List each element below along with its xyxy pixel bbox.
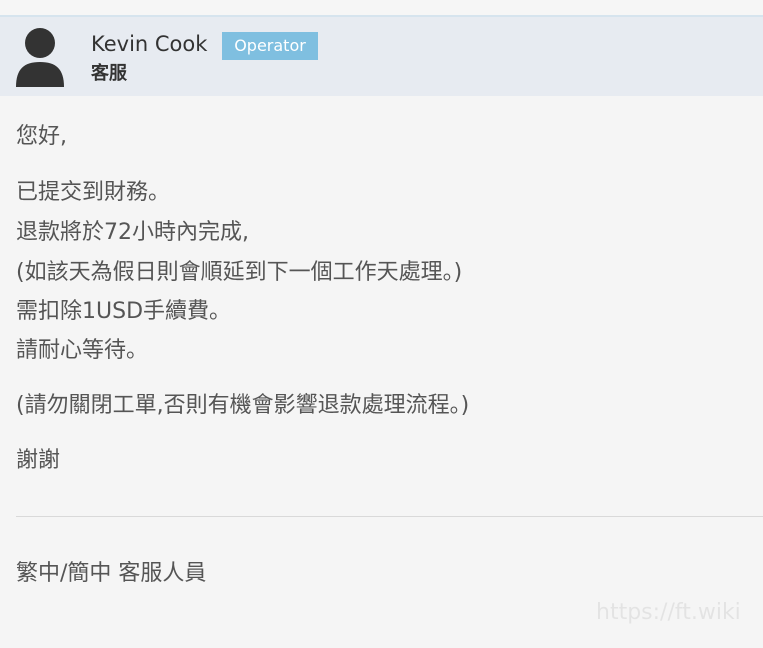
operator-badge: Operator — [222, 32, 318, 60]
message-line: 請耐心等待。 — [16, 338, 149, 363]
message-line: 退款將於72小時內完成, — [16, 220, 249, 245]
watermark-text: https://ft.wiki — [596, 600, 741, 625]
top-strip — [0, 0, 763, 17]
sender-name[interactable]: Kevin Cook — [91, 31, 207, 57]
message-note: (請勿關閉工單,否則有機會影響退款處理流程。) — [16, 393, 470, 418]
message-header: Kevin Cook Operator 客服 — [0, 17, 763, 96]
message-greeting: 您好, — [16, 124, 67, 149]
signature-text: 繁中/簡中 客服人員 — [16, 561, 207, 586]
signature-divider — [16, 516, 763, 517]
message-line: (如該天為假日則會順延到下一個工作天處理。) — [16, 260, 463, 285]
message-closing: 謝謝 — [16, 448, 61, 473]
message-line: 已提交到財務。 — [16, 180, 171, 205]
sender-role: 客服 — [91, 63, 127, 84]
user-silhouette-icon — [16, 28, 64, 87]
message-line: 需扣除1USD手續費。 — [16, 299, 232, 324]
